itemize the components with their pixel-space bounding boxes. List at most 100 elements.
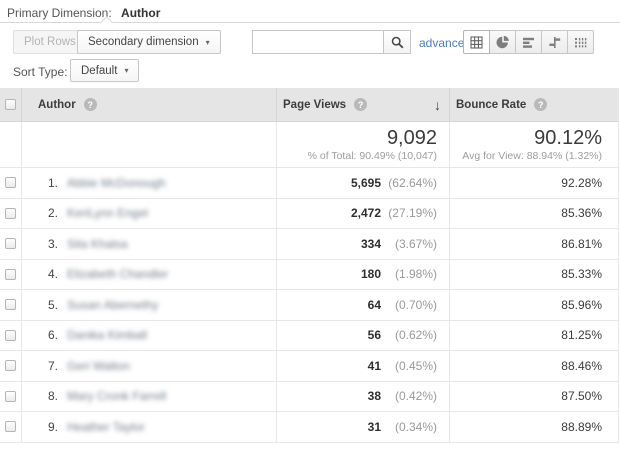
page-views-pct: (1.98%) bbox=[385, 267, 437, 281]
bounce-rate-cell: 88.89% bbox=[450, 412, 618, 443]
help-icon[interactable]: ? bbox=[84, 98, 97, 111]
page-views-pct: (27.19%) bbox=[385, 206, 437, 220]
row-rank: 9. bbox=[36, 420, 58, 434]
page-views-pct: (0.45%) bbox=[385, 359, 437, 373]
help-icon[interactable]: ? bbox=[534, 98, 547, 111]
author-cell: 3. Sita Khalsa bbox=[22, 229, 277, 260]
page-views-value: 5,695 bbox=[351, 176, 381, 190]
comparison-icon bbox=[548, 36, 561, 49]
primary-dimension-label: Primary Dimension: bbox=[7, 6, 112, 20]
page-views-value: 180 bbox=[361, 267, 381, 281]
page-views-cell: 2,472 (27.19%) bbox=[277, 199, 450, 230]
page-views-column-label: Page Views bbox=[283, 99, 346, 111]
author-cell: 2. KeriLynn Engel bbox=[22, 199, 277, 230]
bounce-rate-avg: 90.12% bbox=[534, 127, 602, 149]
author-cell: 7. Geri Walton bbox=[22, 351, 277, 382]
author-cell: 8. Mary Cronk Farrell bbox=[22, 382, 277, 413]
search-icon bbox=[391, 36, 404, 49]
author-name-blurred[interactable]: Geri Walton bbox=[67, 359, 130, 373]
row-rank: 2. bbox=[36, 206, 58, 220]
summary-bounce-rate: 90.12% Avg for View: 88.94% (1.32%) bbox=[450, 122, 618, 168]
row-rank: 7. bbox=[36, 359, 58, 373]
page-views-cell: 56 (0.62%) bbox=[277, 321, 450, 352]
pie-icon bbox=[496, 35, 510, 49]
row-checkbox[interactable] bbox=[5, 391, 16, 402]
bounce-rate-value: 87.50% bbox=[561, 389, 602, 403]
page-views-cell: 38 (0.42%) bbox=[277, 382, 450, 413]
page-views-value: 38 bbox=[368, 389, 381, 403]
author-name-blurred[interactable]: Elizabeth Chandler bbox=[67, 267, 168, 281]
chevron-down-icon: ▾ bbox=[206, 38, 210, 47]
row-checkbox-cell bbox=[0, 351, 22, 382]
percentage-view-button[interactable] bbox=[489, 30, 516, 54]
performance-view-button[interactable] bbox=[515, 30, 542, 54]
column-header-bounce-rate[interactable]: Bounce Rate ? bbox=[450, 88, 618, 122]
author-cell: 4. Elizabeth Chandler bbox=[22, 260, 277, 291]
select-all-checkbox[interactable] bbox=[5, 99, 16, 110]
row-rank: 8. bbox=[36, 389, 58, 403]
author-name-blurred[interactable]: Danika Kimball bbox=[67, 328, 147, 342]
bars-icon bbox=[522, 36, 535, 49]
plot-rows-button[interactable]: Plot Rows bbox=[13, 30, 87, 54]
comparison-view-button[interactable] bbox=[541, 30, 568, 54]
analytics-report-table-panel: Primary Dimension: Author Plot Rows Seco… bbox=[0, 0, 620, 449]
row-checkbox[interactable] bbox=[5, 360, 16, 371]
author-name-blurred[interactable]: Mary Cronk Farrell bbox=[67, 389, 166, 403]
page-views-cell: 5,695 (62.64%) bbox=[277, 168, 450, 199]
help-icon[interactable]: ? bbox=[354, 98, 367, 111]
row-checkbox[interactable] bbox=[5, 177, 16, 188]
author-name-blurred[interactable]: Susan Abernethy bbox=[67, 298, 158, 312]
author-cell: 1. Abbie McDonough bbox=[22, 168, 277, 199]
sort-descending-icon: ↓ bbox=[434, 97, 441, 113]
row-checkbox-cell bbox=[0, 290, 22, 321]
search-button[interactable] bbox=[383, 30, 411, 54]
page-views-cell: 64 (0.70%) bbox=[277, 290, 450, 321]
bounce-rate-cell: 86.81% bbox=[450, 229, 618, 260]
bounce-rate-cell: 85.33% bbox=[450, 260, 618, 291]
column-header-page-views[interactable]: Page Views ? ↓ bbox=[277, 88, 450, 122]
page-views-pct: (0.34%) bbox=[385, 420, 437, 434]
column-header-author[interactable]: Author ? bbox=[22, 88, 277, 122]
sort-type-dropdown[interactable]: Default ▾ bbox=[70, 59, 139, 82]
author-cell: 6. Danika Kimball bbox=[22, 321, 277, 352]
select-all-cell bbox=[0, 88, 22, 122]
author-column-label: Author bbox=[38, 99, 76, 111]
search-input[interactable] bbox=[252, 30, 383, 54]
pivot-view-button[interactable] bbox=[567, 30, 594, 54]
bounce-rate-cell: 88.46% bbox=[450, 351, 618, 382]
summary-author-cell bbox=[22, 122, 277, 168]
row-checkbox[interactable] bbox=[5, 238, 16, 249]
chevron-down-icon: ▾ bbox=[124, 66, 128, 75]
summary-checkbox-cell bbox=[0, 122, 22, 168]
page-views-subtext: % of Total: 90.49% (10,047) bbox=[308, 150, 437, 162]
page-views-pct: (0.70%) bbox=[385, 298, 437, 312]
secondary-dimension-dropdown[interactable]: Secondary dimension ▾ bbox=[77, 30, 221, 54]
data-table-view-button[interactable] bbox=[463, 30, 490, 54]
bounce-rate-value: 88.46% bbox=[561, 359, 602, 373]
row-checkbox[interactable] bbox=[5, 421, 16, 432]
page-views-cell: 180 (1.98%) bbox=[277, 260, 450, 291]
author-name-blurred[interactable]: Heather Taylor bbox=[67, 420, 145, 434]
page-views-value: 334 bbox=[361, 237, 381, 251]
row-checkbox-cell bbox=[0, 229, 22, 260]
bounce-rate-value: 81.25% bbox=[561, 328, 602, 342]
row-checkbox-cell bbox=[0, 382, 22, 413]
author-name-blurred[interactable]: KeriLynn Engel bbox=[67, 206, 148, 220]
author-cell: 9. Heather Taylor bbox=[22, 412, 277, 443]
page-views-value: 41 bbox=[368, 359, 381, 373]
bounce-rate-cell: 81.25% bbox=[450, 321, 618, 352]
row-checkbox[interactable] bbox=[5, 330, 16, 341]
page-views-value: 64 bbox=[368, 298, 381, 312]
bounce-rate-value: 85.33% bbox=[561, 267, 602, 281]
page-views-value: 56 bbox=[368, 328, 381, 342]
row-checkbox[interactable] bbox=[5, 299, 16, 310]
bounce-rate-column-label: Bounce Rate bbox=[456, 99, 526, 111]
author-name-blurred[interactable]: Sita Khalsa bbox=[67, 237, 128, 251]
author-cell: 5. Susan Abernethy bbox=[22, 290, 277, 321]
row-checkbox[interactable] bbox=[5, 269, 16, 280]
primary-dimension-tab-author[interactable]: Author bbox=[121, 6, 160, 20]
row-rank: 6. bbox=[36, 328, 58, 342]
row-checkbox[interactable] bbox=[5, 208, 16, 219]
author-name-blurred[interactable]: Abbie McDonough bbox=[67, 176, 166, 190]
row-rank: 1. bbox=[36, 176, 58, 190]
